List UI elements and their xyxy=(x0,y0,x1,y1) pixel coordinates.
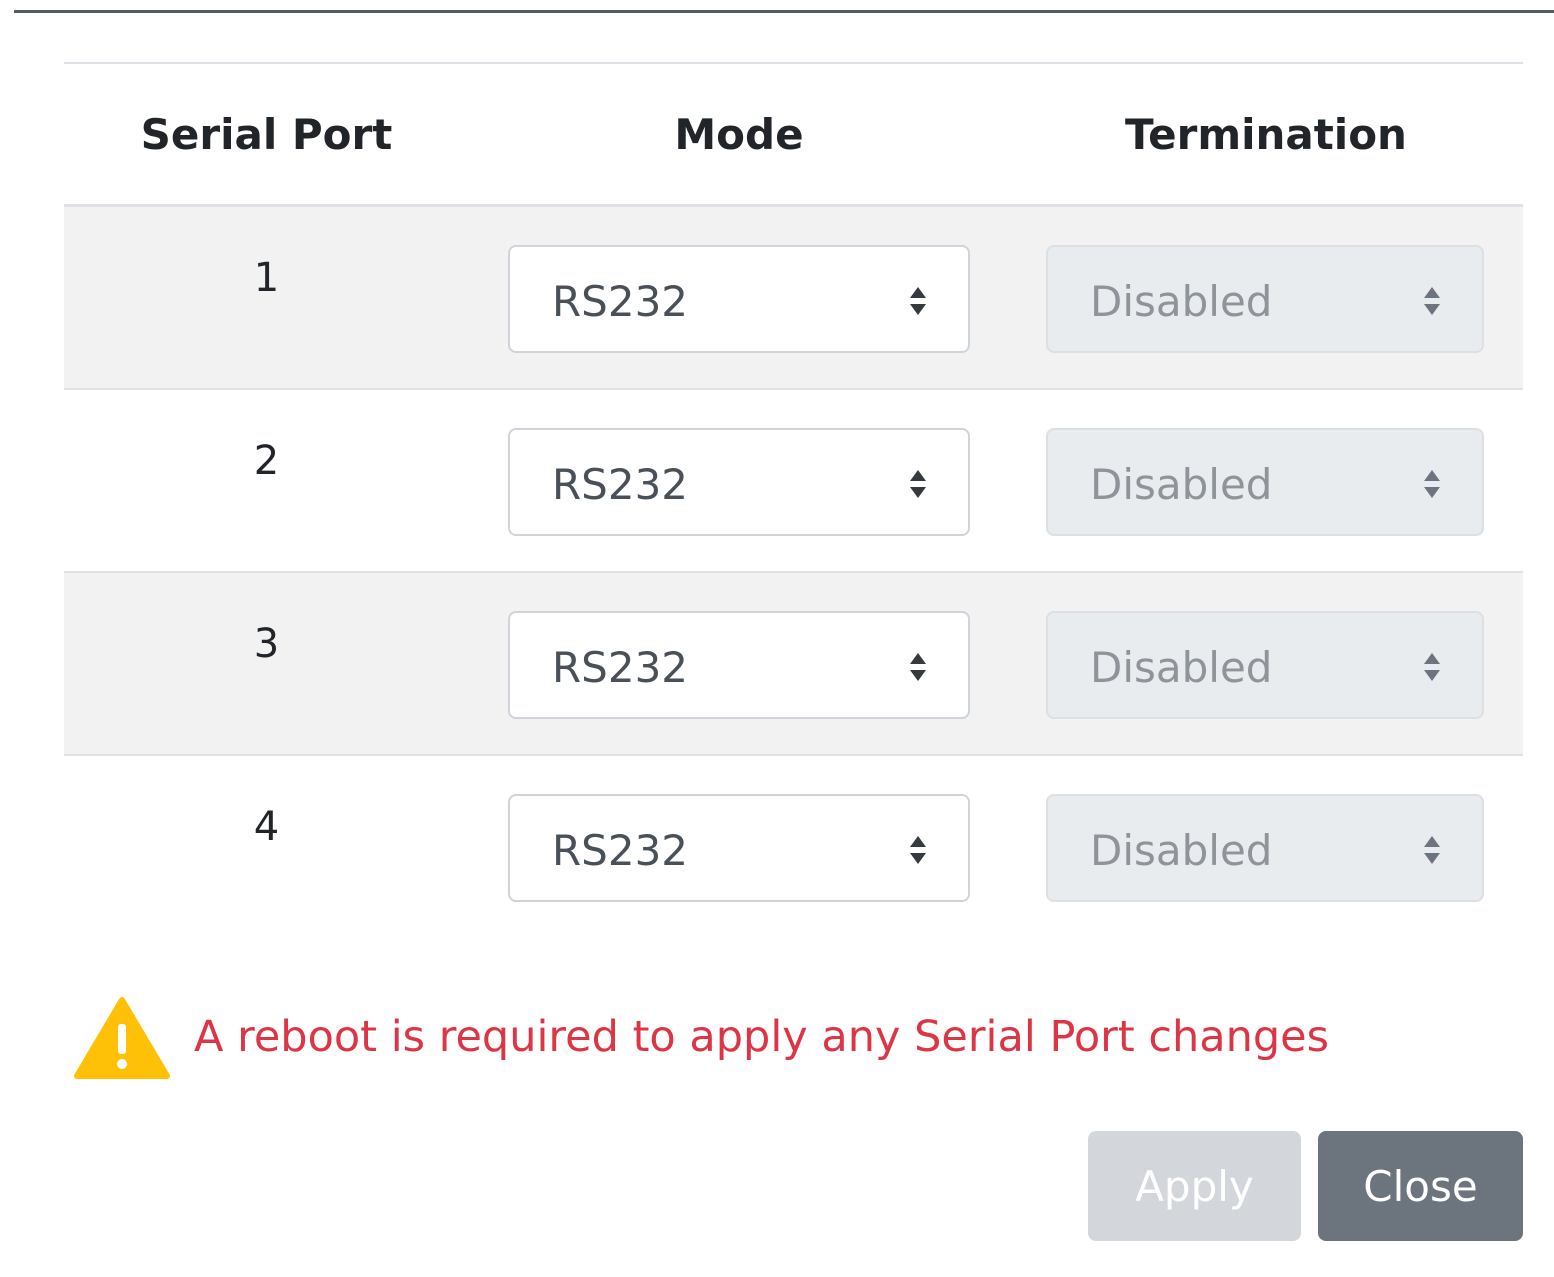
column-header-serial-port: Serial Port xyxy=(64,63,469,207)
mode-select-value: RS232 xyxy=(552,826,689,875)
mode-select-value: RS232 xyxy=(552,460,689,509)
mode-select-value: RS232 xyxy=(552,277,689,326)
mode-select[interactable]: RS232 xyxy=(508,794,970,902)
select-arrows-icon xyxy=(1422,470,1442,498)
port-number: 1 xyxy=(253,255,280,301)
select-arrows-icon xyxy=(1422,287,1442,315)
mode-select[interactable]: RS232 xyxy=(508,245,970,353)
table-row: 1 RS232 Disabled xyxy=(64,205,1523,389)
apply-button[interactable]: Apply xyxy=(1088,1131,1301,1241)
termination-select: Disabled xyxy=(1046,611,1484,719)
table-header-row: Serial Port Mode Termination xyxy=(64,63,1523,207)
table-row: 3 RS232 Disabled xyxy=(64,571,1523,755)
table-row: 2 RS232 Disabled xyxy=(64,388,1523,572)
termination-select: Disabled xyxy=(1046,245,1484,353)
port-number: 4 xyxy=(253,804,280,850)
termination-select-value: Disabled xyxy=(1090,643,1273,692)
termination-select-value: Disabled xyxy=(1090,826,1273,875)
serial-port-table: Serial Port Mode Termination 1 RS232 Dis… xyxy=(64,62,1523,937)
close-button[interactable]: Close xyxy=(1318,1131,1523,1241)
select-arrows-icon xyxy=(1422,653,1442,681)
select-arrows-icon xyxy=(908,470,928,498)
port-number: 3 xyxy=(253,621,280,667)
modal-top-border xyxy=(14,10,1554,13)
table-row: 4 RS232 Disabled xyxy=(64,754,1523,937)
select-arrows-icon xyxy=(908,653,928,681)
termination-select-value: Disabled xyxy=(1090,460,1273,509)
termination-select: Disabled xyxy=(1046,428,1484,536)
warning-triangle-icon xyxy=(74,997,170,1079)
warning-message: A reboot is required to apply any Serial… xyxy=(194,1012,1330,1062)
termination-select: Disabled xyxy=(1046,794,1484,902)
mode-select-value: RS232 xyxy=(552,643,689,692)
select-arrows-icon xyxy=(908,836,928,864)
select-arrows-icon xyxy=(908,287,928,315)
column-header-termination: Termination xyxy=(1009,63,1523,207)
select-arrows-icon xyxy=(1422,836,1442,864)
port-number: 2 xyxy=(253,438,280,484)
mode-select[interactable]: RS232 xyxy=(508,428,970,536)
column-header-mode: Mode xyxy=(469,63,1009,207)
serial-port-settings-panel: Serial Port Mode Termination 1 RS232 Dis… xyxy=(64,62,1523,937)
termination-select-value: Disabled xyxy=(1090,277,1273,326)
mode-select[interactable]: RS232 xyxy=(508,611,970,719)
